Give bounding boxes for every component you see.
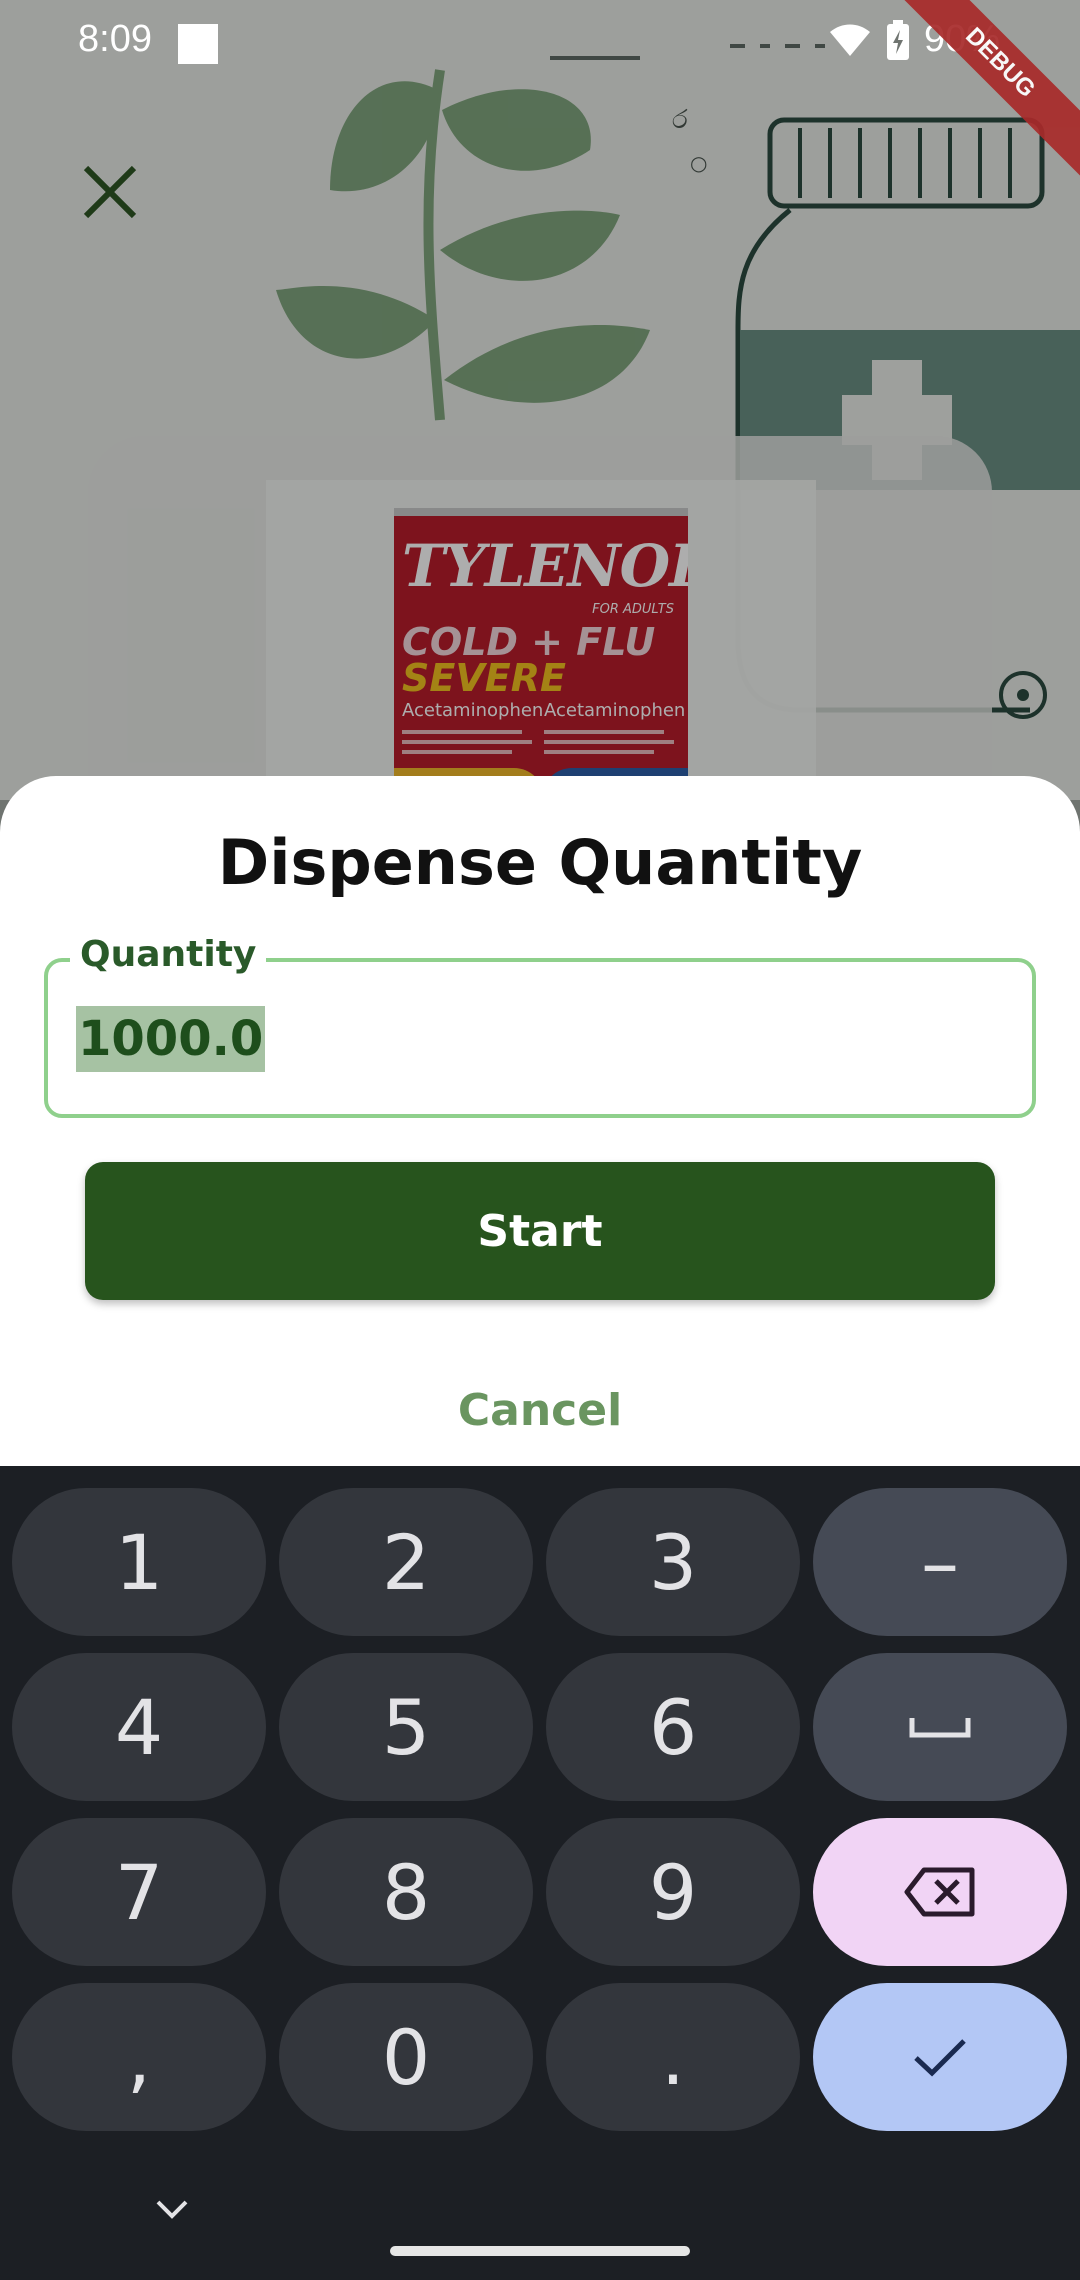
key-0[interactable]: 0: [279, 1983, 533, 2131]
wifi-icon: [829, 24, 870, 56]
notification-icon: [178, 24, 218, 64]
quantity-label: Quantity: [70, 934, 267, 975]
background-scene: ර ○ TYLENOL FOR ADULTS COLD + FLU SEVERE…: [0, 0, 1080, 800]
key-1[interactable]: 1: [12, 1488, 266, 1636]
modal-scrim[interactable]: [0, 0, 1080, 800]
key-6[interactable]: 6: [546, 1653, 800, 1801]
close-icon[interactable]: [78, 160, 142, 224]
battery-icon: [886, 19, 909, 60]
key-4[interactable]: 4: [12, 1653, 266, 1801]
start-button[interactable]: Start: [85, 1162, 995, 1300]
key-comma[interactable]: ,: [12, 1983, 266, 2131]
key-8[interactable]: 8: [279, 1818, 533, 1966]
cancel-button[interactable]: Cancel: [390, 1376, 690, 1446]
key-3[interactable]: 3: [546, 1488, 800, 1636]
status-time: 8:09: [78, 18, 152, 60]
dialog-title: Dispense Quantity: [217, 826, 863, 899]
quantity-input[interactable]: 1000.0: [76, 1006, 266, 1072]
space-icon: [909, 1718, 971, 1738]
key-space[interactable]: [813, 1653, 1067, 1801]
key-period[interactable]: .: [546, 1983, 800, 2131]
key-backspace[interactable]: [813, 1818, 1067, 1966]
gesture-nav-handle[interactable]: [390, 2246, 690, 2256]
backspace-icon: [904, 1867, 975, 1917]
key-9[interactable]: 9: [546, 1818, 800, 1966]
key-2[interactable]: 2: [279, 1488, 533, 1636]
key-5[interactable]: 5: [279, 1653, 533, 1801]
key-done[interactable]: [813, 1983, 1067, 2131]
chevron-down-icon[interactable]: [150, 2194, 194, 2224]
key-minus[interactable]: –: [813, 1488, 1067, 1636]
dispense-quantity-sheet: Dispense Quantity Quantity 1000.0 Start …: [0, 776, 1080, 1466]
quantity-field[interactable]: Quantity 1000.0: [44, 934, 1036, 1118]
key-7[interactable]: 7: [12, 1818, 266, 1966]
check-icon: [914, 2039, 966, 2077]
numeric-keyboard: 1 2 3 – 4 5 6 7 8 9 , 0 .: [0, 1466, 1080, 2280]
